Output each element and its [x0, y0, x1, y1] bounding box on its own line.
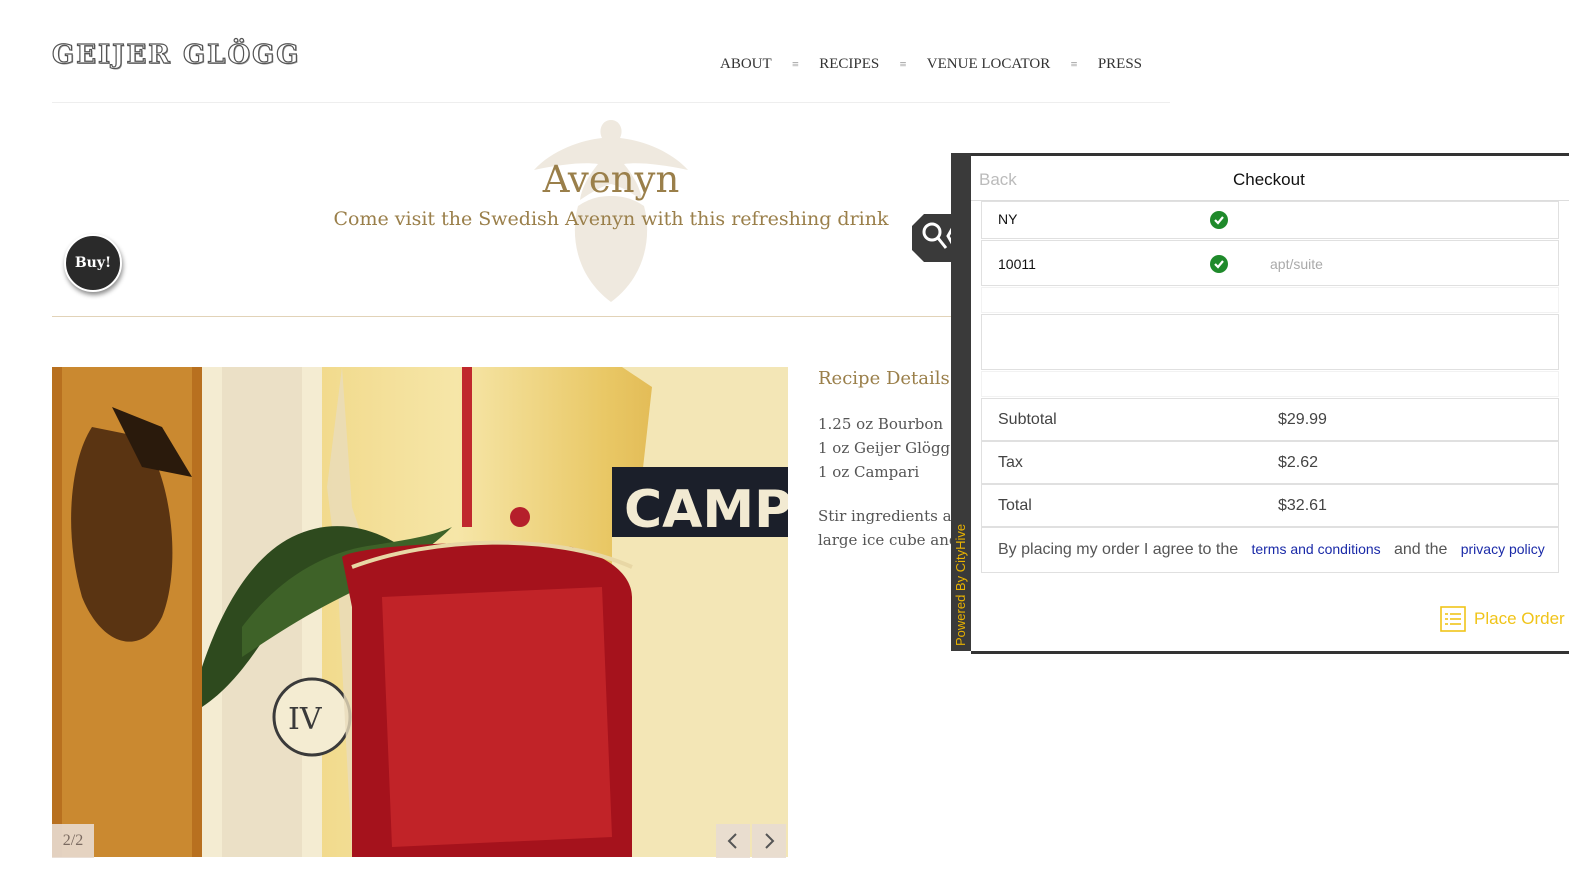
svg-text:CAMP: CAMP: [624, 480, 788, 540]
agreement-row: By placing my order I agree to the terms…: [981, 527, 1559, 573]
slide-counter: 2/2: [52, 824, 94, 858]
terms-link[interactable]: terms and conditions: [1251, 541, 1380, 557]
checkout-header: Back Checkout: [971, 156, 1569, 201]
nav-separator: ≡: [899, 59, 907, 70]
ingredient-item: 1 oz Geijer Glögg Li: [818, 439, 952, 457]
subtotal-value: $29.99: [1278, 411, 1327, 428]
ingredient-item: 1 oz Campari: [818, 463, 920, 481]
cocktail-photo-art: IV CAMP: [52, 367, 788, 857]
back-button[interactable]: Back: [979, 170, 1017, 190]
checkout-panel: Back Checkout NY 10011 apt/suite Subtota…: [971, 153, 1569, 654]
total-label: Total: [998, 497, 1032, 514]
nav-press[interactable]: PRESS: [1098, 56, 1142, 73]
recipe-details-heading: Recipe Details: [818, 368, 950, 389]
nav-separator: ≡: [1070, 59, 1078, 70]
buy-button[interactable]: Buy!: [64, 234, 122, 292]
state-value: NY: [998, 211, 1018, 227]
checkout-title: Checkout: [1233, 170, 1305, 189]
agreement-prefix: By placing my order I agree to the: [998, 541, 1239, 558]
nav-separator: ≡: [791, 59, 800, 70]
place-order-button[interactable]: Place Order: [1440, 606, 1565, 632]
chevron-right-icon: [765, 833, 775, 849]
agreement-text: By placing my order I agree to the terms…: [998, 541, 1545, 559]
list-icon: [1440, 606, 1466, 632]
spacer-row: [981, 287, 1559, 313]
header-divider: [52, 102, 1170, 103]
tax-label: Tax: [998, 454, 1023, 471]
state-field[interactable]: NY: [981, 201, 1559, 239]
chevron-left-icon: [727, 833, 737, 849]
tax-row: Tax $2.62: [981, 441, 1559, 484]
check-icon: [1210, 255, 1228, 273]
check-icon: [1210, 211, 1228, 229]
ingredient-item: 1.25 oz Bourbon: [818, 415, 944, 433]
notes-field[interactable]: [981, 314, 1559, 370]
tax-value: $2.62: [1278, 454, 1319, 471]
nav-recipes[interactable]: RECIPES: [819, 56, 879, 73]
subtotal-row: Subtotal $29.99: [981, 398, 1559, 441]
cocktail-photo: IV CAMP: [52, 367, 788, 857]
prev-slide-button[interactable]: [716, 824, 750, 858]
zip-field[interactable]: 10011 apt/suite: [981, 240, 1559, 286]
recipe-details: 1.25 oz Bourbon 1 oz Geijer Glögg Li 1 o…: [818, 414, 952, 554]
next-slide-button[interactable]: [752, 824, 786, 858]
instruction-line: Stir ingredients an: [818, 507, 952, 525]
main-nav: ABOUT ≡ RECIPES ≡ VENUE LOCATOR ≡ PRESS: [720, 56, 1142, 73]
spacer-row: [981, 371, 1559, 397]
nav-about[interactable]: ABOUT: [720, 56, 772, 73]
section-divider: [52, 316, 952, 317]
nav-venue-locator[interactable]: VENUE LOCATOR: [927, 56, 1050, 73]
zip-value: 10011: [998, 256, 1036, 272]
powered-by-label: Powered By CityHive: [953, 523, 968, 646]
instruction-line: large ice cube and: [818, 531, 952, 549]
apt-suite-input[interactable]: apt/suite: [1270, 256, 1323, 272]
agreement-mid: and the: [1394, 541, 1448, 558]
subtotal-label: Subtotal: [998, 411, 1057, 428]
privacy-link[interactable]: privacy policy: [1461, 541, 1545, 557]
total-value: $32.61: [1278, 497, 1327, 514]
site-logo[interactable]: GEIJER GLÖGG: [51, 39, 301, 70]
place-order-label: Place Order: [1474, 609, 1565, 628]
svg-text:IV: IV: [288, 702, 323, 737]
total-row: Total $32.61: [981, 484, 1559, 527]
